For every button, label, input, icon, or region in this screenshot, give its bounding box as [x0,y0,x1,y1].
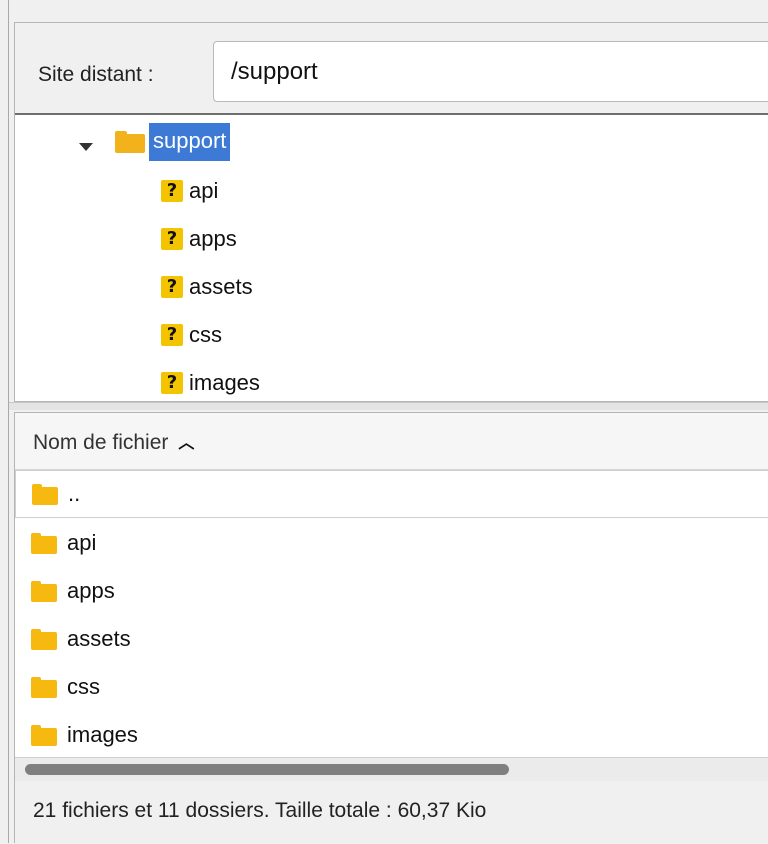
folder-icon [31,676,57,698]
remote-site-bar: Site distant : /support [15,23,768,115]
question-mark-icon: ? [161,228,183,250]
folder-icon [31,580,57,602]
sort-ascending-icon: ︿ [178,435,195,452]
list-item[interactable]: apps [15,567,768,615]
status-bar: 21 fichiers et 11 dossiers. Taille total… [15,781,768,844]
list-item-parent[interactable]: .. [15,470,768,518]
list-item[interactable]: images [15,711,768,759]
list-item-label: css [67,674,100,699]
remote-file-list: Nom de fichier ︿ .. api apps assets css i… [14,412,768,844]
tree-item-label: support [149,123,231,161]
remote-site-label: Site distant : [38,63,154,86]
remote-directory-tree[interactable]: support ? api ? apps ? assets ? css ? im… [15,117,768,401]
question-mark-icon: ? [161,180,183,202]
tree-item-images[interactable]: ? images [161,363,260,401]
tree-item-api[interactable]: ? api [161,171,218,211]
tree-item-assets[interactable]: ? assets [161,267,253,307]
list-item-label: .. [68,481,81,506]
column-header-label: Nom de fichier [33,431,169,454]
question-mark-icon: ? [161,276,183,298]
tree-item-label: assets [189,274,253,299]
list-item-label: apps [67,578,115,603]
tree-item-css[interactable]: ? css [161,315,222,355]
list-item-label: assets [67,626,131,651]
tree-item-label: api [189,178,219,203]
tree-item-label: apps [189,226,237,251]
question-mark-icon: ? [161,324,183,346]
folder-icon [31,532,57,554]
tree-item-support[interactable]: support [115,122,231,162]
list-item[interactable]: assets [15,615,768,663]
scrollbar-thumb[interactable] [25,764,509,775]
list-item-label: images [67,722,138,747]
folder-icon [32,483,58,505]
list-item[interactable]: css [15,663,768,711]
folder-icon [115,131,145,153]
list-item-label: api [67,530,97,555]
pane-splitter[interactable] [9,402,768,410]
horizontal-scrollbar[interactable] [15,757,768,781]
expand-caret-icon[interactable] [79,143,93,151]
remote-path-input[interactable]: /support [213,41,768,102]
folder-icon [31,724,57,746]
tree-item-label: images [189,370,260,395]
remote-site-panel: Site distant : /support support ? api ? … [14,22,768,402]
folder-icon [31,628,57,650]
list-item[interactable]: api [15,519,768,567]
tree-item-label: css [189,322,222,347]
question-mark-icon: ? [161,372,183,394]
tree-item-apps[interactable]: ? apps [161,219,237,259]
column-header-filename[interactable]: Nom de fichier ︿ [15,413,768,470]
